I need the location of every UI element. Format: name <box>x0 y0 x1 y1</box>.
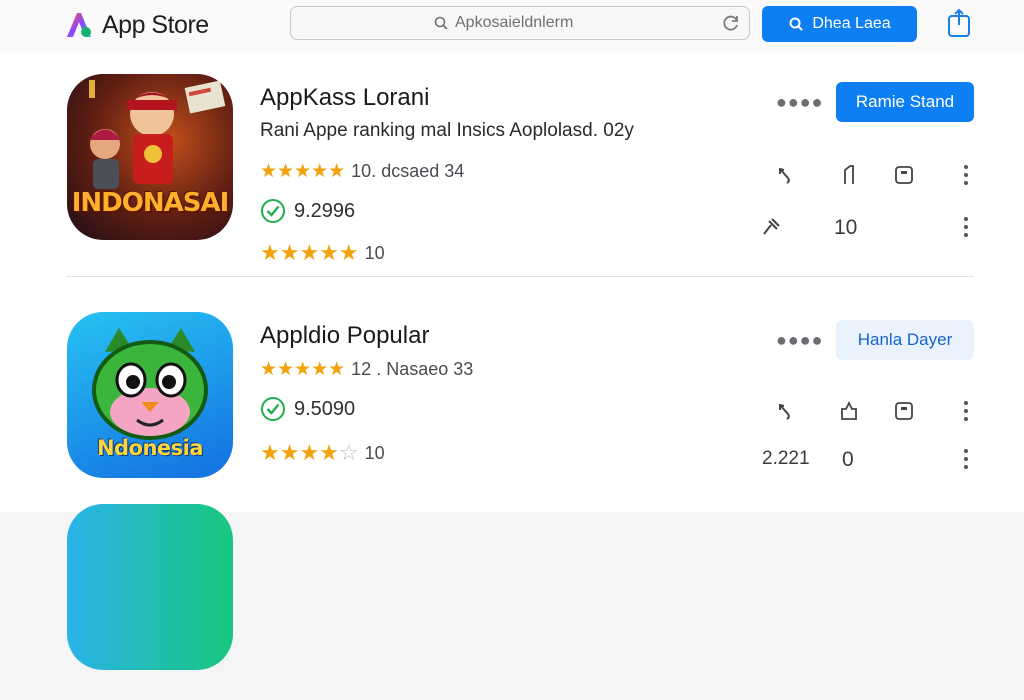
rating-stars: ★★★★★ <box>260 240 359 265</box>
rating-text: 12 . Nasaeo 33 <box>351 359 474 379</box>
list-item[interactable]: Ndonesia Appldio Popular ★★★★★ 12 . Nasa… <box>0 308 1024 508</box>
rating-count: 10 <box>364 442 385 463</box>
search-input[interactable]: Apkosaieldnlerm <box>290 6 750 40</box>
more-options-button[interactable]: ●●●● <box>776 92 824 113</box>
brand[interactable]: App Store <box>64 10 209 40</box>
app-icon-text: Ndonesia <box>96 436 204 460</box>
app-list: INDONASAI AppKass Lorani Rani Appe ranki… <box>0 52 1024 670</box>
metric-value: 2.221 <box>762 448 810 469</box>
rating-line: ★★★★★ 10. dcsaed 34 <box>260 160 464 183</box>
list-item[interactable] <box>0 500 1024 700</box>
kebab-menu-icon[interactable] <box>963 400 969 422</box>
app-icon-text: INDONASAI <box>71 188 230 218</box>
kebab-menu-icon[interactable] <box>963 216 969 238</box>
price: 9.5090 <box>294 397 356 420</box>
search-icon <box>434 16 448 30</box>
rating-stars: ★★★★★ <box>260 161 346 182</box>
app-title: App Store <box>102 10 209 39</box>
app-name[interactable]: AppKass Lorani <box>260 84 429 112</box>
app-subtitle: Rani Appe ranking mal Insics Aoplolasd. … <box>260 120 634 141</box>
undo-icon[interactable] <box>774 164 796 186</box>
metric-value: 0 <box>842 448 854 471</box>
search-icon <box>789 17 804 31</box>
get-button[interactable]: Ramie Stand <box>836 82 974 122</box>
price-line: 9.5090 <box>260 396 355 422</box>
app-store-logo <box>67 13 91 37</box>
bookmark-icon[interactable] <box>838 164 860 186</box>
app-icon[interactable]: INDONASAI <box>67 74 233 240</box>
search-placeholder: Apkosaieldnlerm <box>455 14 574 31</box>
undo-icon[interactable] <box>774 400 796 422</box>
rating-stars: ★★★★★ <box>260 359 346 380</box>
rating-summary: ★★★★☆ 10 <box>260 440 385 466</box>
check-circle-icon <box>261 397 285 421</box>
get-button[interactable]: Hanla Dayer <box>836 320 974 360</box>
header-button-label: Dhea Laea <box>812 15 891 32</box>
refresh-icon[interactable] <box>721 13 741 33</box>
save-icon[interactable] <box>893 400 915 422</box>
more-options-button[interactable]: ●●●● <box>776 330 824 351</box>
kebab-menu-icon[interactable] <box>963 164 969 186</box>
bag-icon[interactable] <box>838 400 860 422</box>
rating-count: 10 <box>364 242 385 263</box>
app-icon[interactable] <box>67 504 233 670</box>
rating-line: ★★★★★ 12 . Nasaeo 33 <box>260 358 473 381</box>
pin-icon[interactable] <box>760 216 782 238</box>
list-item[interactable]: INDONASAI AppKass Lorani Rani Appe ranki… <box>0 70 1024 270</box>
price-line: 9.2996 <box>260 198 355 224</box>
top-bar: App Store Apkosaieldnlerm Dhea Laea <box>0 0 1024 53</box>
rating-summary: ★★★★★ 10 <box>260 240 385 266</box>
kebab-menu-icon[interactable] <box>963 448 969 470</box>
price: 9.2996 <box>294 199 356 222</box>
app-icon[interactable]: Ndonesia <box>67 312 233 478</box>
app-name[interactable]: Appldio Popular <box>260 322 429 350</box>
header-search-button[interactable]: Dhea Laea <box>762 6 917 42</box>
check-circle-icon <box>261 199 285 223</box>
metric-value: 10 <box>834 216 858 239</box>
share-icon[interactable] <box>946 8 972 38</box>
divider <box>66 276 974 277</box>
save-icon[interactable] <box>893 164 915 186</box>
rating-stars: ★★★★☆ <box>260 440 359 465</box>
rating-text: 10. dcsaed 34 <box>351 161 465 181</box>
